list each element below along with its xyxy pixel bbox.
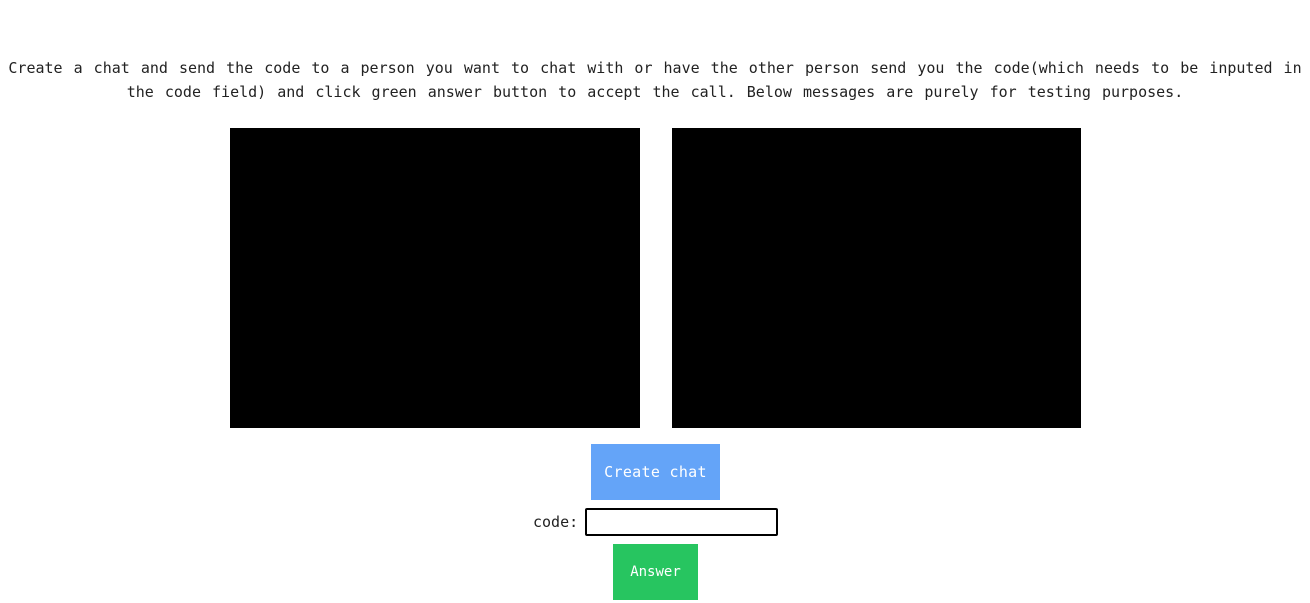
instructions-text: Create a chat and send the code to a per… [8, 59, 1302, 101]
local-video [230, 128, 640, 428]
chat-page: Create a chat and send the code to a per… [0, 0, 1310, 603]
code-label: code: [533, 513, 579, 531]
answer-button[interactable]: Answer [613, 544, 698, 600]
create-chat-button[interactable]: Create chat [591, 444, 720, 500]
remote-video [672, 128, 1081, 428]
code-input[interactable] [585, 508, 778, 536]
